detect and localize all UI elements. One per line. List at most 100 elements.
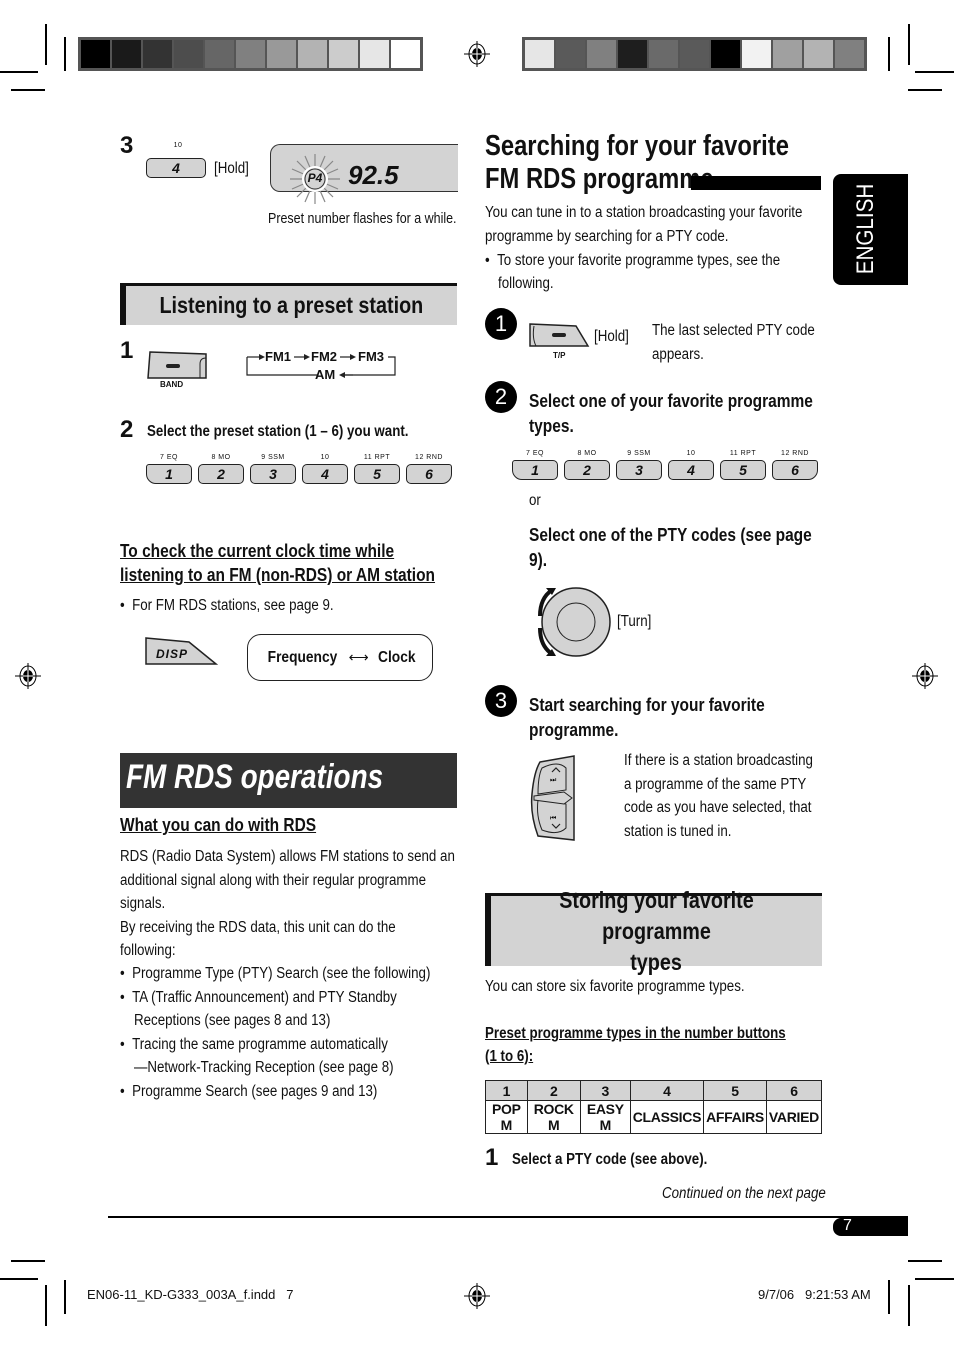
paragraph-line: signals.: [120, 895, 166, 912]
step-text: Select a PTY code (see above).: [512, 1151, 708, 1168]
hold-label: [Hold]: [214, 160, 249, 177]
color-swatch: [205, 40, 234, 68]
banner-title: FM RDS operations: [126, 758, 384, 796]
table-cell: VARIED: [765, 1100, 823, 1134]
title-rule: [691, 176, 821, 190]
turn-label: [Turn]: [617, 613, 652, 630]
color-swatch: [587, 40, 616, 68]
left-preset-key-2[interactable]: 2: [198, 464, 244, 484]
left-preset-key-1[interactable]: 1: [146, 464, 192, 484]
key-top-label: 7 EQ: [526, 450, 544, 457]
preset-key-4[interactable]: 4: [146, 158, 206, 178]
color-swatch: [329, 40, 358, 68]
color-swatch: [556, 40, 585, 68]
step-desc: appears.: [652, 346, 704, 363]
table-row: POP M ROCK M EASY M CLASSICS AFFAIRS VARIED: [485, 1100, 823, 1134]
table-cell: 3: [579, 1080, 631, 1101]
key-face: 4: [687, 462, 695, 478]
color-swatch: [143, 40, 172, 68]
right-preset-key-2[interactable]: 2: [564, 460, 610, 480]
table-cell: EASY M: [579, 1100, 631, 1134]
intro-line: You can tune in to a station broadcastin…: [485, 204, 803, 221]
crop-mark: [0, 1278, 38, 1280]
svg-text:⏮: ⏮: [550, 814, 556, 822]
bullet-item: • TA (Traffic Announcement) and PTY Stan…: [120, 988, 397, 1006]
disp-label: DISP: [156, 647, 189, 661]
tp-button-icon[interactable]: [528, 322, 590, 350]
registration-mark-icon: [464, 1283, 490, 1309]
step-number: 1: [485, 1144, 499, 1171]
paragraph-line: RDS (Radio Data System) allows FM statio…: [120, 848, 455, 865]
band-label: BAND: [160, 380, 184, 389]
color-swatch: [835, 40, 864, 68]
seek-buttons-icon[interactable]: ⏭ ⏮: [528, 754, 580, 842]
right-preset-key-1[interactable]: 1: [512, 460, 558, 480]
bullet-item: • Programme Search (see pages 9 and 13): [120, 1083, 378, 1100]
color-swatch: [236, 40, 265, 68]
left-preset-key-4[interactable]: 4: [302, 464, 348, 484]
double-arrow-icon: ⟷: [348, 649, 369, 665]
control-dial-icon[interactable]: [528, 586, 614, 658]
step-number: 3: [120, 132, 134, 159]
band-fm1: FM1: [265, 349, 291, 364]
color-bar-left: [78, 37, 423, 71]
paragraph-line: following:: [120, 942, 176, 959]
crop-mark: [908, 1285, 910, 1326]
key-top-label: 12 RND: [781, 450, 809, 457]
step-circle-3: 3: [485, 685, 517, 717]
color-swatch: [680, 40, 709, 68]
color-swatch: [298, 40, 327, 68]
left-preset-key-3[interactable]: 3: [250, 464, 296, 484]
step-circle-1: 1: [485, 308, 517, 340]
bullet-item: • For FM RDS stations, see page 9.: [120, 597, 334, 614]
registration-mark-icon: [15, 663, 41, 689]
right-preset-key-3[interactable]: 3: [616, 460, 662, 480]
right-preset-key-4[interactable]: 4: [668, 460, 714, 480]
subheading: Preset programme types in the number but…: [485, 1025, 786, 1042]
crop-mark: [908, 24, 910, 65]
footer-timestamp: 9/7/06 9:21:53 AM: [758, 1287, 871, 1302]
table-cell: POP M: [485, 1100, 528, 1134]
step-circle-2: 2: [485, 381, 517, 413]
crop-mark: [64, 37, 66, 71]
table-cell: CLASSICS: [629, 1100, 705, 1134]
svg-text:⏭: ⏭: [550, 776, 557, 784]
key-face: 5: [373, 466, 381, 482]
page-title: Searching for your favorite: [485, 130, 789, 162]
page-number: 7: [843, 1217, 852, 1234]
crop-mark: [915, 71, 954, 73]
step-text: Select the preset station (1 – 6) you wa…: [147, 423, 409, 440]
crop-mark: [915, 1278, 954, 1280]
step-desc: The last selected PTY code: [652, 322, 815, 339]
crop-mark: [64, 1280, 66, 1314]
tp-label: T/P: [553, 351, 566, 360]
subheading: (1 to 6):: [485, 1048, 534, 1065]
step-text: types.: [529, 416, 574, 436]
left-preset-key-6[interactable]: 6: [406, 464, 452, 484]
crop-mark: [908, 89, 942, 91]
section-heading: Storing your favorite programme types: [485, 887, 822, 975]
color-swatch: [711, 40, 740, 68]
crop-mark: [908, 1260, 942, 1262]
key-top-label: 7 EQ: [160, 454, 178, 461]
right-preset-key-5[interactable]: 5: [720, 460, 766, 480]
language-tab-label: ENGLISH: [852, 183, 879, 275]
pty-preset-table: 123456 POP M ROCK M EASY M CLASSICS AFFAIRS V…: [485, 1080, 823, 1134]
crop-mark: [11, 89, 45, 91]
left-preset-key-5[interactable]: 5: [354, 464, 400, 484]
step-desc: station is tuned in.: [624, 822, 732, 840]
registration-mark-icon: [912, 663, 938, 689]
table-cell: 2: [526, 1080, 581, 1101]
subheading: To check the current clock time while: [120, 541, 395, 561]
key-face: 4: [321, 466, 329, 482]
band-button-icon[interactable]: [146, 350, 208, 380]
right-preset-key-6[interactable]: 6: [772, 460, 818, 480]
table-cell: ROCK M: [526, 1100, 581, 1134]
step-number: 1: [120, 337, 134, 364]
key-face: 6: [791, 462, 799, 478]
subheading: listening to an FM (non-RDS) or AM stati…: [120, 565, 436, 585]
footer-file: EN06-11_KD-G333_003A_f.indd 7: [87, 1287, 294, 1302]
crop-mark: [0, 71, 38, 73]
bullet-item-cont: Receptions (see pages 8 and 13): [134, 1012, 331, 1030]
color-swatch: [649, 40, 678, 68]
